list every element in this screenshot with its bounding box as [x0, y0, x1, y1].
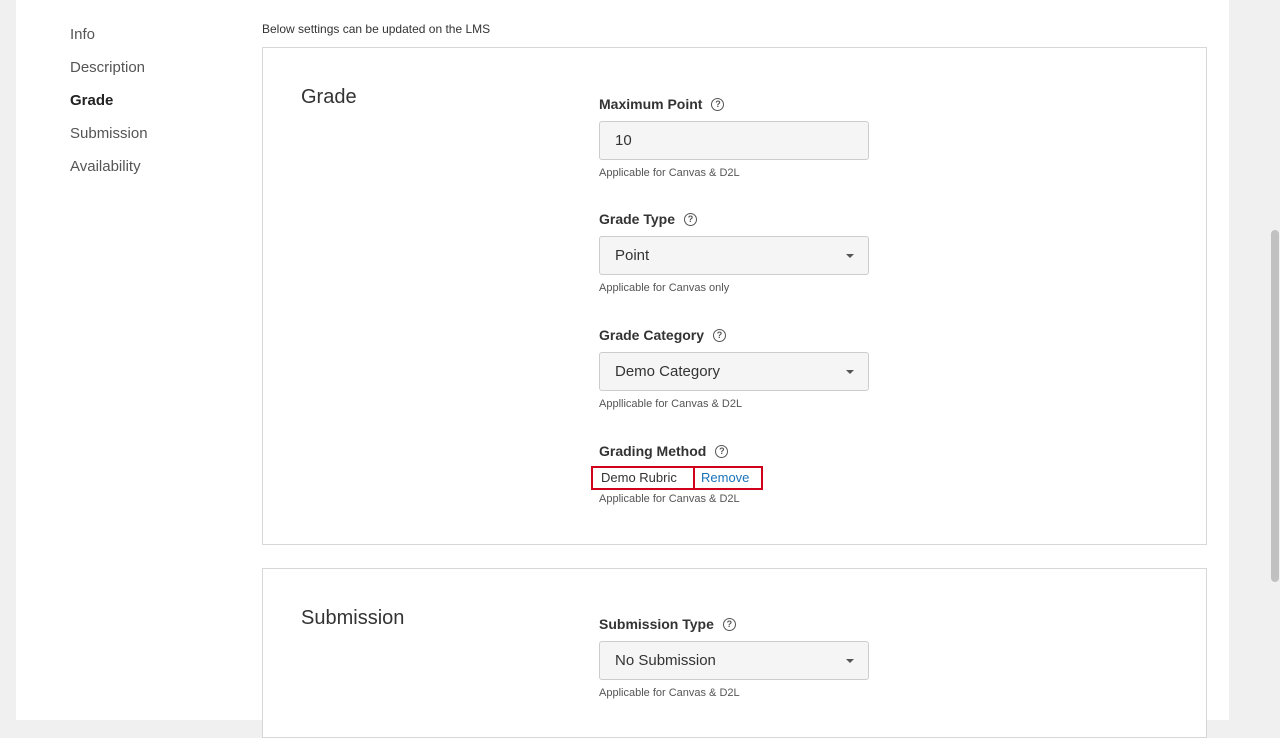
submission-card: Submission Submission Type ? No Submissi…: [262, 568, 1207, 738]
grade-type-label-text: Grade Type: [599, 211, 675, 227]
question-circle-icon[interactable]: ?: [684, 212, 697, 226]
submission-type-field: Submission Type ? No Submission Applicab…: [599, 614, 899, 699]
grade-type-label: Grade Type ?: [599, 209, 899, 229]
rubric-name: Demo Rubric: [591, 466, 695, 490]
max-point-hint: Applicable for Canvas & D2L: [599, 167, 740, 179]
max-point-input[interactable]: 10: [599, 121, 869, 160]
submission-title: Submission: [301, 607, 405, 629]
submission-type-label-text: Submission Type: [599, 616, 714, 632]
submission-type-value: No Submission: [615, 652, 716, 669]
caret-down-icon: [846, 254, 854, 258]
nav-item-submission[interactable]: Submission: [70, 123, 148, 156]
question-circle-icon[interactable]: ?: [713, 328, 727, 342]
submission-type-hint: Applicable for Canvas & D2L: [599, 687, 740, 699]
nav-item-availability[interactable]: Availability: [70, 156, 148, 189]
caret-down-icon: [846, 370, 854, 374]
nav-item-description[interactable]: Description: [70, 57, 148, 90]
grade-type-hint: Applicable for Canvas only: [599, 282, 730, 294]
lms-note: Below settings can be updated on the LMS: [262, 22, 491, 36]
grade-category-label: Grade Category ?: [599, 325, 899, 345]
grade-title: Grade: [301, 86, 357, 108]
remove-rubric-link[interactable]: Remove: [693, 466, 763, 490]
nav-item-grade[interactable]: Grade: [70, 90, 148, 123]
max-point-field: Maximum Point ? 10 Applicable for Canvas…: [599, 94, 899, 179]
grading-method-field: Grading Method ? Demo Rubric Remove Appl…: [591, 441, 899, 505]
max-point-label-text: Maximum Point: [599, 96, 703, 112]
question-circle-icon[interactable]: ?: [711, 97, 725, 111]
rubric-row: Demo Rubric Remove: [591, 466, 899, 490]
grade-type-select[interactable]: Point: [599, 236, 869, 275]
grade-category-label-text: Grade Category: [599, 327, 705, 343]
nav-item-info[interactable]: Info: [70, 24, 148, 57]
question-circle-icon[interactable]: ?: [722, 617, 736, 631]
section-nav: Info Description Grade Submission Availa…: [70, 24, 148, 189]
grading-method-hint: Applicable for Canvas & D2L: [599, 493, 740, 505]
grade-category-hint: Appllicable for Canvas & D2L: [599, 398, 743, 410]
scrollbar-thumb[interactable]: [1271, 230, 1279, 582]
grade-category-select[interactable]: Demo Category: [599, 352, 869, 391]
grade-category-field: Grade Category ? Demo Category Appllicab…: [599, 325, 899, 410]
caret-down-icon: [846, 659, 854, 663]
grading-method-label-text: Grading Method: [599, 443, 707, 459]
submission-type-select[interactable]: No Submission: [599, 641, 869, 680]
grading-method-label: Grading Method ?: [599, 441, 899, 461]
grade-type-field: Grade Type ? Point Applicable for Canvas…: [599, 209, 899, 294]
question-circle-icon[interactable]: ?: [715, 444, 729, 458]
grade-category-value: Demo Category: [615, 363, 721, 380]
grade-type-value: Point: [615, 247, 650, 264]
max-point-label: Maximum Point ?: [599, 94, 899, 114]
grade-card: Grade Maximum Point ? 10 Applicable for …: [262, 47, 1207, 545]
submission-type-label: Submission Type ?: [599, 614, 899, 634]
